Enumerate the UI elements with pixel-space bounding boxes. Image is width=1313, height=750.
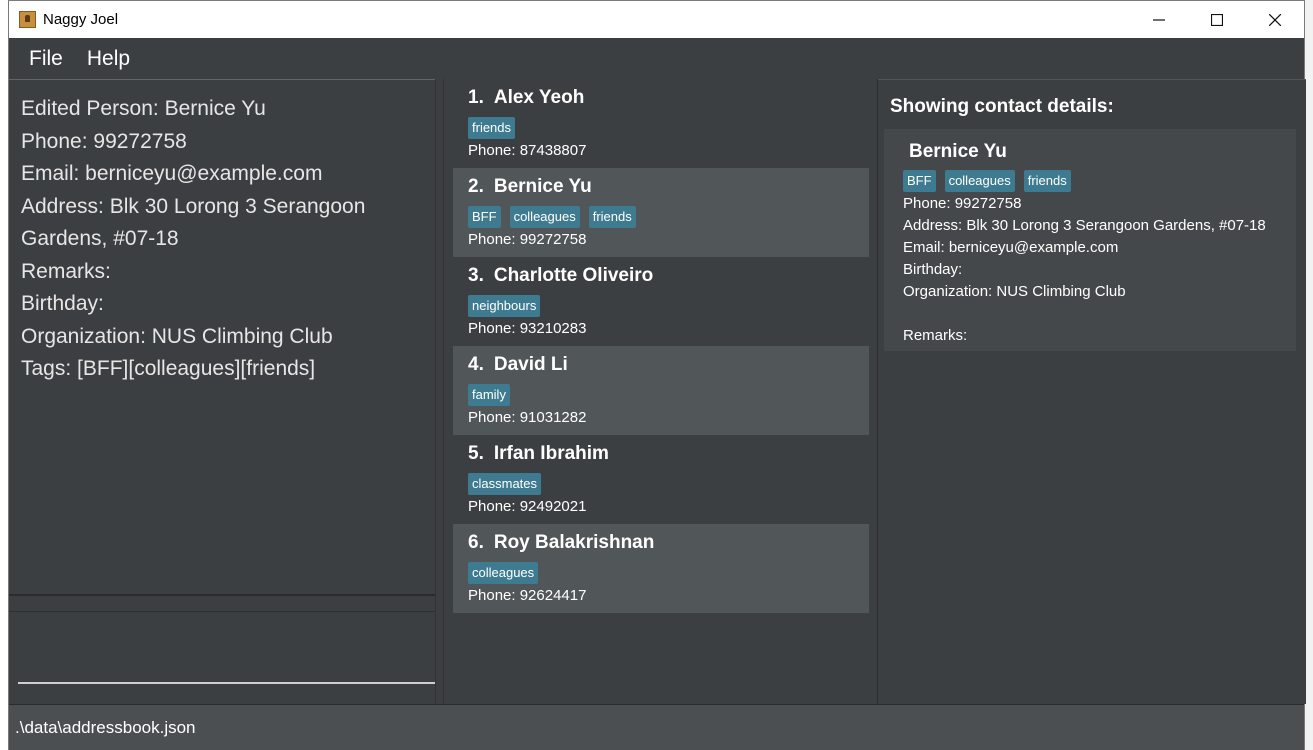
app-icon: [19, 11, 36, 28]
menu-help[interactable]: Help: [87, 47, 130, 71]
person-name-row: 2. Bernice Yu: [468, 176, 869, 202]
person-list-panel: 1. Alex Yeoh friends Phone: 87438807 2. …: [444, 79, 877, 704]
close-icon: [1269, 13, 1281, 26]
tag-list: neighbours: [468, 294, 869, 318]
result-line: Gardens, #07-18: [21, 227, 179, 250]
person-index: 6.: [468, 532, 484, 553]
details-email: Email: berniceyu@example.com: [903, 239, 1119, 256]
person-card[interactable]: 6. Roy Balakrishnan colleagues Phone: 92…: [453, 524, 869, 613]
command-input[interactable]: [18, 609, 435, 682]
person-card[interactable]: 2. Bernice Yu BFF colleagues friends Pho…: [453, 168, 869, 257]
result-line: Phone: 99272758: [21, 129, 187, 153]
person-phone: Phone: 92624417: [468, 587, 587, 604]
details-phone: Phone: 99272758: [903, 195, 1022, 212]
window-controls: [1130, 1, 1304, 38]
person-card[interactable]: 3. Charlotte Oliveiro neighbours Phone: …: [453, 257, 869, 346]
maximize-icon: [1211, 13, 1223, 26]
person-phone: Phone: 99272758: [468, 231, 587, 248]
person-index: 2.: [468, 176, 484, 197]
contact-details-panel: Showing contact details: Bernice Yu BFF …: [878, 79, 1306, 704]
person-index: 3.: [468, 265, 484, 286]
person-card[interactable]: 4. David Li family Phone: 91031282: [453, 346, 869, 435]
person-phone: Phone: 92492021: [468, 498, 587, 515]
tag: friends: [1023, 170, 1071, 192]
details-address: Address: Blk 30 Lorong 3 Serangoon Garde…: [903, 217, 1266, 234]
details-card: Bernice Yu BFF colleagues friends Phone:…: [884, 129, 1296, 351]
details-heading: Showing contact details:: [890, 96, 1114, 117]
tag-list: classmates: [468, 472, 869, 496]
tag: colleagues: [944, 170, 1015, 192]
person-name-row: 5. Irfan Ibrahim: [468, 443, 869, 469]
result-line: Birthday:: [21, 292, 104, 315]
data-file-path: .\data\addressbook.json: [15, 717, 196, 737]
details-birthday: Birthday:: [903, 261, 963, 278]
result-line: Email: berniceyu@example.com: [21, 162, 323, 185]
tag-list: friends: [468, 116, 869, 140]
tag: classmates: [468, 473, 542, 495]
tag: colleagues: [509, 206, 580, 228]
maximize-button[interactable]: [1188, 1, 1246, 38]
tag: family: [468, 384, 510, 406]
details-name: Bernice Yu: [909, 141, 1007, 162]
window-title: Naggy Joel: [43, 11, 119, 28]
person-index: 4.: [468, 354, 484, 375]
details-remarks: Remarks:: [903, 327, 968, 344]
minimize-icon: [1153, 18, 1165, 21]
person-phone: Phone: 93210283: [468, 320, 587, 337]
person-name-row: 3. Charlotte Oliveiro: [468, 265, 869, 291]
person-name: Alex Yeoh: [493, 87, 585, 108]
result-line: Tags: [BFF][colleagues][friends]: [21, 357, 316, 380]
person-phone: Phone: 87438807: [468, 142, 587, 159]
tag-list: colleagues: [468, 561, 869, 585]
tag: BFF: [468, 206, 501, 228]
close-button[interactable]: [1246, 1, 1304, 38]
person-name: Irfan Ibrahim: [493, 443, 609, 464]
person-card[interactable]: 5. Irfan Ibrahim classmates Phone: 92492…: [453, 435, 869, 524]
menu-file[interactable]: File: [29, 47, 63, 71]
result-display: Edited Person: Bernice Yu Phone: 9927275…: [9, 79, 435, 594]
result-line: Address: Blk 30 Lorong 3 Serangoon: [21, 194, 366, 218]
command-box: [18, 609, 435, 684]
tag: colleagues: [468, 562, 539, 584]
app-window: Naggy Joel File Help Edited Person: Bern…: [8, 0, 1306, 750]
tag: neighbours: [468, 295, 541, 317]
status-bar: .\data\addressbook.json: [9, 704, 1304, 750]
tag-list: family: [468, 383, 869, 407]
details-tag-list: BFF colleagues friends: [903, 169, 1296, 193]
person-name: Roy Balakrishnan: [493, 532, 655, 553]
tag: friends: [588, 206, 636, 228]
person-name: David Li: [493, 354, 568, 375]
tag-list: BFF colleagues friends: [468, 205, 869, 229]
left-column: Edited Person: Bernice Yu Phone: 9927275…: [9, 79, 435, 704]
person-name: Charlotte Oliveiro: [493, 265, 654, 286]
person-name-row: 1. Alex Yeoh: [468, 87, 869, 113]
tag: friends: [468, 117, 516, 139]
desktop-background: [1305, 0, 1313, 750]
result-line: Remarks:: [21, 259, 111, 283]
result-line: Organization: NUS Climbing Club: [21, 324, 333, 348]
person-index: 5.: [468, 443, 484, 464]
person-index: 1.: [468, 87, 484, 108]
menu-bar: File Help: [9, 38, 1304, 79]
minimize-button[interactable]: [1130, 1, 1188, 38]
tag: BFF: [903, 170, 936, 192]
person-name-row: 6. Roy Balakrishnan: [468, 532, 869, 558]
person-name-row: 4. David Li: [468, 354, 869, 380]
column-divider[interactable]: [435, 79, 444, 704]
person-phone: Phone: 91031282: [468, 409, 587, 426]
person-card[interactable]: 1. Alex Yeoh friends Phone: 87438807: [453, 79, 869, 168]
details-organization: Organization: NUS Climbing Club: [903, 283, 1126, 300]
result-line: Edited Person: Bernice Yu: [21, 97, 266, 120]
title-bar: Naggy Joel: [9, 1, 1304, 38]
person-name: Bernice Yu: [493, 176, 592, 197]
